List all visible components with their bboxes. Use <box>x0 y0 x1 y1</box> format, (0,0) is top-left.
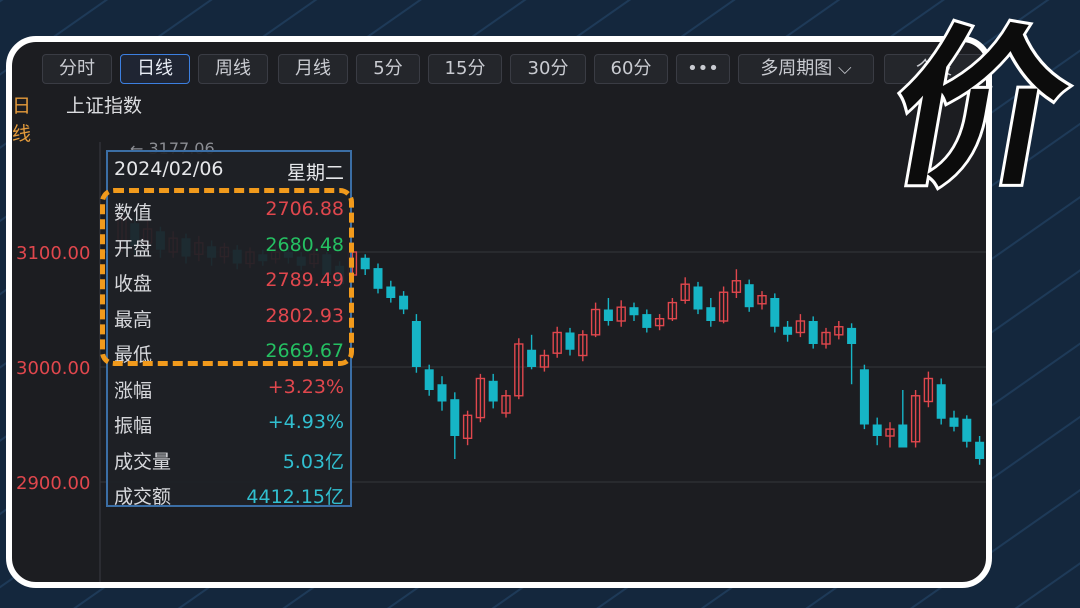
candle-body <box>642 314 652 328</box>
candle-body <box>847 327 857 344</box>
tooltip-row-value: +3.23% <box>267 375 344 398</box>
candle-body <box>693 286 703 310</box>
candle-body <box>770 298 780 327</box>
tooltip-row-label: 成交量 <box>114 450 172 473</box>
tooltip-row: 涨幅 +3.23% <box>114 376 344 406</box>
candle-body <box>386 286 396 298</box>
tooltip-row-label: 涨幅 <box>114 379 153 402</box>
tooltip-row: 成交额 4412.15亿 <box>114 482 344 512</box>
candle-body <box>450 399 460 436</box>
overlay-character: 价 <box>878 8 1078 198</box>
tooltip-row-label: 成交额 <box>114 486 172 508</box>
tooltip-weekday: 星期二 <box>286 162 344 184</box>
candle-body <box>565 332 575 350</box>
stock-chart-window: 分时 日线 周线 月线 5分 15分 30分 60分 ••• 多周期图 ⌵ 个股 日线 上证指数 3… <box>6 36 992 588</box>
highlight-dashed-box <box>100 188 354 366</box>
y-axis-tick-label: 2900.00 <box>16 473 90 494</box>
svg-text:价: 价 <box>878 11 1078 198</box>
candle-body <box>373 268 383 289</box>
tooltip-row-value: 5.03亿 <box>282 450 344 473</box>
tooltip-row: 成交量 5.03亿 <box>114 447 344 477</box>
candle-body <box>706 307 716 321</box>
candle-body <box>949 417 959 427</box>
candle-body <box>872 424 882 436</box>
candle-body <box>898 424 908 448</box>
tooltip-row: 振幅 +4.93% <box>114 411 344 441</box>
candle-body <box>399 295 409 310</box>
candle-body <box>936 384 946 419</box>
tooltip-row-label: 振幅 <box>114 415 153 437</box>
candle-body <box>629 307 639 316</box>
tooltip-row-value: 4412.15亿 <box>246 486 344 508</box>
candle-body <box>744 284 754 308</box>
candle-body <box>424 369 434 390</box>
candle-body <box>975 441 985 459</box>
candle-body <box>859 369 869 425</box>
candle-body <box>808 321 818 344</box>
candle-body <box>962 418 972 442</box>
y-axis-tick-label: 3100.00 <box>16 243 90 264</box>
candle-body <box>437 384 447 402</box>
candle-body <box>603 309 613 321</box>
candle-body <box>411 321 421 367</box>
candle-body <box>360 257 370 270</box>
candle-body <box>488 380 498 402</box>
tooltip-row-value: +4.93% <box>267 411 344 433</box>
tooltip-date: 2024/02/06 <box>114 158 224 180</box>
y-axis-tick-label: 3000.00 <box>16 358 90 379</box>
candle-body <box>527 349 537 367</box>
candle-body <box>783 326 793 335</box>
